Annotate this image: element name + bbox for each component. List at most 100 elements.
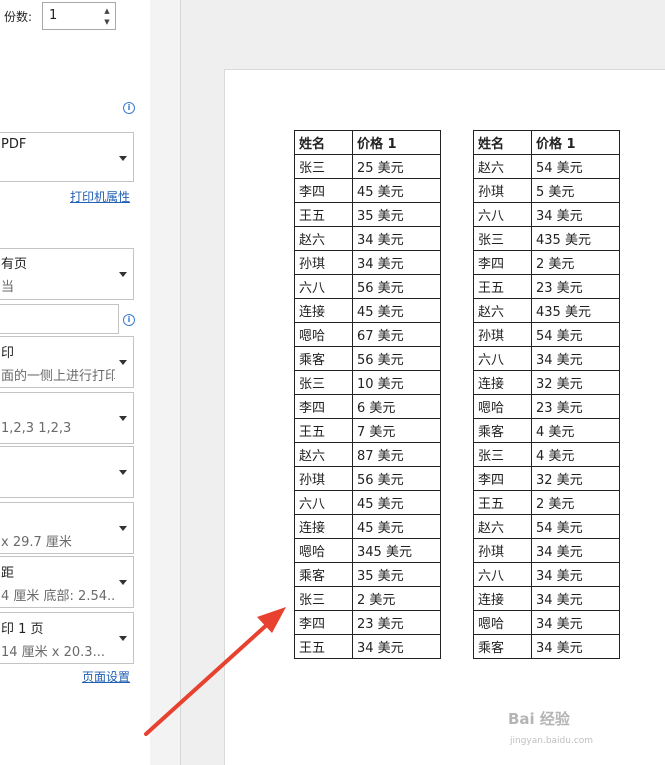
- cell-name: 六八: [294, 490, 353, 515]
- cell-price: 34 美元: [352, 250, 441, 275]
- header-name: 姓名: [473, 130, 532, 155]
- cell-price: 6 美元: [352, 394, 441, 419]
- cell-price: 56 美元: [352, 346, 441, 371]
- cell-price: 10 美元: [352, 370, 441, 395]
- orientation-select[interactable]: [0, 446, 134, 498]
- header-price: 价格 1: [352, 130, 441, 155]
- cell-name: 王五: [294, 634, 353, 659]
- table-row: 连接 45 美元: [294, 514, 441, 539]
- cell-price: 2 美元: [352, 586, 441, 611]
- table-row: 孙琪 34 美元: [294, 250, 441, 275]
- pages-select[interactable]: 有页 当: [0, 248, 134, 300]
- table-row: 六八 45 美元: [294, 490, 441, 515]
- collate-select[interactable]: 1,2,3 1,2,3: [0, 392, 134, 444]
- info-icon[interactable]: i: [123, 314, 135, 326]
- print-sides-line2: 面的一侧上进行打印: [1, 369, 115, 384]
- cell-name: 王五: [473, 274, 532, 299]
- table-row: 王五 34 美元: [294, 634, 441, 659]
- cell-price: 34 美元: [531, 346, 620, 371]
- scaling-select[interactable]: 印 1 页 14 厘米 x 20.3...: [0, 612, 134, 664]
- copies-stepper[interactable]: 1 ▲ ▼: [42, 2, 116, 30]
- cell-name: 六八: [473, 202, 532, 227]
- cell-name: 李四: [473, 466, 532, 491]
- info-icon[interactable]: i: [123, 102, 135, 114]
- cell-name: 王五: [294, 418, 353, 443]
- cell-name: 王五: [473, 490, 532, 515]
- pages-select-line1: 有页: [1, 257, 28, 272]
- cell-name: 王五: [294, 202, 353, 227]
- cell-price: 45 美元: [352, 514, 441, 539]
- cell-price: 7 美元: [352, 418, 441, 443]
- table-row: 赵六 54 美元: [473, 154, 620, 179]
- table-row: 连接 34 美元: [473, 586, 620, 611]
- cell-price: 34 美元: [531, 562, 620, 587]
- chevron-up-icon[interactable]: ▲: [102, 6, 112, 16]
- cell-name: 乘客: [473, 418, 532, 443]
- cell-price: 34 美元: [531, 586, 620, 611]
- chevron-down-icon[interactable]: ▼: [102, 17, 112, 27]
- cell-price: 45 美元: [352, 490, 441, 515]
- table-row: 连接 45 美元: [294, 298, 441, 323]
- cell-price: 345 美元: [352, 538, 441, 563]
- printer-select[interactable]: PDF: [0, 132, 134, 182]
- cell-name: 连接: [294, 298, 353, 323]
- pages-input[interactable]: [0, 304, 119, 334]
- cell-name: 赵六: [473, 514, 532, 539]
- price-table-left: 姓名 价格 1 张三 25 美元 李四 45 美元 王五 35 美元 赵六 34 美元 孙琪 34…: [294, 130, 441, 659]
- cell-price: 34 美元: [531, 634, 620, 659]
- cell-price: 2 美元: [531, 490, 620, 515]
- cell-name: 赵六: [294, 442, 353, 467]
- cell-name: 孙琪: [473, 538, 532, 563]
- cell-price: 35 美元: [352, 202, 441, 227]
- table-row: 六八 34 美元: [473, 202, 620, 227]
- cell-price: 25 美元: [352, 154, 441, 179]
- cell-price: 34 美元: [352, 634, 441, 659]
- cell-name: 孙琪: [294, 466, 353, 491]
- cell-price: 34 美元: [531, 610, 620, 635]
- cell-name: 连接: [473, 586, 532, 611]
- copies-label: 份数:: [4, 10, 33, 24]
- dropdown-arrow-icon: [119, 416, 127, 421]
- table-row: 孙琪 5 美元: [473, 178, 620, 203]
- table-row: 李四 23 美元: [294, 610, 441, 635]
- table-row: 王五 23 美元: [473, 274, 620, 299]
- paper-size-select[interactable]: x 29.7 厘米: [0, 502, 134, 554]
- cell-name: 乘客: [473, 634, 532, 659]
- cell-price: 23 美元: [531, 394, 620, 419]
- page-setup-link[interactable]: 页面设置: [82, 668, 130, 685]
- dropdown-arrow-icon: [119, 156, 127, 161]
- margins-line1: 距: [1, 566, 15, 581]
- cell-price: 32 美元: [531, 370, 620, 395]
- print-sides-select[interactable]: 印 面的一侧上进行打印: [0, 336, 134, 388]
- dropdown-arrow-icon: [119, 636, 127, 641]
- cell-name: 孙琪: [294, 250, 353, 275]
- pages-select-line2: 当: [1, 280, 15, 295]
- cell-price: 4 美元: [531, 442, 620, 467]
- cell-price: 435 美元: [531, 298, 620, 323]
- printer-name: PDF: [1, 137, 27, 152]
- table-row: 孙琪 54 美元: [473, 322, 620, 347]
- table-row: 嗯哈 23 美元: [473, 394, 620, 419]
- margins-line2: 4 厘米 底部: 2.54...: [1, 589, 115, 604]
- copies-value[interactable]: 1: [49, 8, 57, 23]
- watermark-logo: Bai 经验: [508, 710, 570, 728]
- margins-select[interactable]: 距 4 厘米 底部: 2.54...: [0, 556, 134, 608]
- print-settings-panel: 份数: 1 ▲ ▼ i PDF 打印机属性 有页 当 i 印 面的一侧上进行打印…: [0, 0, 150, 765]
- table-row: 李四 45 美元: [294, 178, 441, 203]
- cell-price: 5 美元: [531, 178, 620, 203]
- cell-name: 李四: [294, 610, 353, 635]
- cell-name: 张三: [473, 442, 532, 467]
- cell-name: 李四: [294, 178, 353, 203]
- cell-name: 李四: [294, 394, 353, 419]
- cell-price: 45 美元: [352, 178, 441, 203]
- cell-price: 56 美元: [352, 466, 441, 491]
- header-name: 姓名: [294, 130, 353, 155]
- cell-price: 34 美元: [531, 538, 620, 563]
- cell-name: 赵六: [294, 226, 353, 251]
- cell-name: 张三: [294, 586, 353, 611]
- cell-price: 4 美元: [531, 418, 620, 443]
- table-row: 嗯哈 67 美元: [294, 322, 441, 347]
- table-row: 六八 34 美元: [473, 346, 620, 371]
- dropdown-arrow-icon: [119, 272, 127, 277]
- printer-properties-link[interactable]: 打印机属性: [70, 188, 130, 205]
